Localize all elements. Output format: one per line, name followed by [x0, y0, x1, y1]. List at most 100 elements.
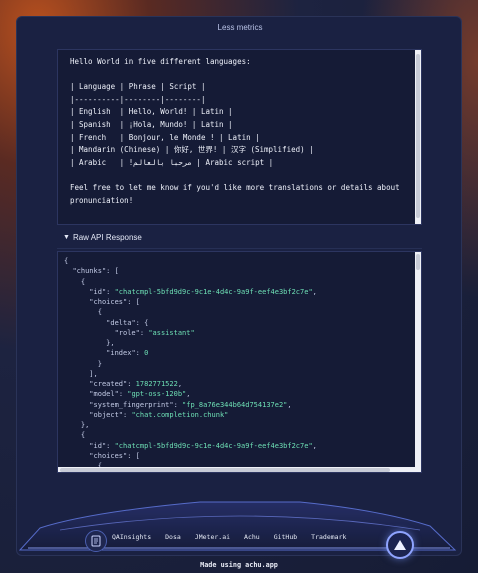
message-line: Feel free to let me know if you'd like m…	[70, 182, 400, 192]
assistant-message: Hello World in five different languages:…	[57, 49, 422, 225]
json-token: : [	[106, 267, 119, 276]
json-token: "id"	[89, 287, 107, 296]
json-token: :	[173, 400, 183, 409]
json-token: :	[106, 441, 115, 450]
json-line: "delta": {	[64, 318, 415, 328]
footer-link-dosa[interactable]: Dosa	[165, 533, 181, 545]
footer-link-qainsights[interactable]: QAInsights	[112, 533, 151, 545]
json-line: "choices": [	[64, 451, 415, 461]
raw-json-viewer: { "chunks": [ { "id": "chatcmpl-5bfd9d9c…	[57, 251, 422, 473]
json-line: "chunks": [	[64, 266, 415, 276]
footer-link-jmeter-ai[interactable]: JMeter.ai	[195, 533, 230, 545]
json-line: "id": "chatcmpl-5bfd9d9c-9c1e-4d4c-9a9f-…	[64, 287, 415, 297]
json-token: : [	[127, 451, 140, 460]
json-token: "assistant"	[148, 328, 195, 337]
message-line: | Mandarin (Chinese) | 你好, 世界! | 汉字 (Sim…	[70, 145, 314, 155]
json-token: {	[64, 257, 69, 265]
json-line: "created": 1782771522,	[64, 379, 415, 389]
json-token: {	[64, 308, 102, 317]
message-line	[70, 169, 409, 182]
json-line: "role": "assistant"	[64, 328, 415, 338]
json-token: "delta"	[106, 318, 136, 327]
message-line: | Arabic | !مرحبا بالعالم | Arabic scrip…	[70, 157, 274, 167]
json-lines: { "chunks": [ { "id": "chatcmpl-5bfd9d9c…	[64, 256, 415, 471]
arrow-up-icon	[394, 540, 406, 550]
message-line: | Spanish | ¡Hola, Mundo! | Latin |	[70, 119, 233, 129]
json-token: "gpt-oss-120b"	[127, 390, 187, 399]
json-token: },	[64, 421, 90, 429]
message-line: | French | Bonjour, le Monde ! | Latin |	[70, 132, 260, 142]
json-token: ,	[312, 287, 317, 296]
made-using-credit: Made using achu.app	[200, 561, 278, 569]
json-line: "choices": [	[64, 297, 415, 307]
json-line: {	[64, 307, 415, 317]
scroll-to-top-button[interactable]	[386, 531, 414, 559]
json-token: ,	[186, 390, 191, 399]
less-metrics-toggle[interactable]: Less metrics	[17, 23, 463, 32]
json-token: "choices"	[89, 451, 128, 460]
json-token: {	[64, 431, 86, 440]
json-line: "model": "gpt-oss-120b",	[64, 389, 415, 399]
message-lines: Hello World in five different languages:…	[70, 56, 409, 207]
chat-panel: Less metrics Hello World in five differe…	[16, 16, 462, 556]
message-scrollbar-thumb[interactable]	[416, 54, 420, 218]
json-line: }	[64, 359, 415, 369]
message-line: |----------|--------|--------|	[70, 94, 206, 104]
json-line: },	[64, 420, 415, 430]
json-token: 1782771522	[135, 380, 178, 388]
json-token: ],	[64, 369, 98, 378]
json-vertical-scrollbar[interactable]	[415, 252, 421, 472]
json-token: : {	[135, 318, 149, 327]
footer-link-achu[interactable]: Achu	[244, 533, 260, 545]
json-token: 0	[144, 349, 149, 358]
message-scrollbar[interactable]	[415, 50, 421, 224]
json-token: "system_fingerprint"	[89, 400, 174, 409]
json-token: "model"	[89, 390, 119, 399]
json-line: {	[64, 430, 415, 440]
json-token: "object"	[89, 410, 124, 419]
json-token: :	[106, 287, 115, 296]
docs-button[interactable]	[85, 530, 107, 552]
json-token: "chatcmpl-5bfd9d9c-9c1e-4d4c-9a9f-eef4e3…	[114, 441, 313, 450]
json-vertical-scrollbar-thumb[interactable]	[416, 254, 420, 270]
json-token: }	[64, 359, 102, 368]
message-line: | Language | Phrase | Script |	[70, 82, 206, 92]
json-token: ,	[287, 400, 292, 409]
json-token: "chatcmpl-5bfd9d9c-9c1e-4d4c-9a9f-eef4e3…	[114, 287, 313, 296]
footer-link-trademark[interactable]: Trademark	[311, 533, 346, 545]
json-token: "choices"	[89, 298, 128, 306]
json-token: "index"	[106, 349, 136, 358]
json-token: :	[135, 349, 145, 358]
json-line: ],	[64, 369, 415, 379]
json-token: "fp_8a76e344b64d754137e2"	[182, 400, 288, 409]
footer-link-github[interactable]: GitHub	[274, 533, 297, 545]
json-line: "id": "chatcmpl-5bfd9d9c-9c1e-4d4c-9a9f-…	[64, 441, 415, 451]
json-token: :	[127, 380, 136, 388]
message-line: | English | Hello, World! | Latin |	[70, 107, 233, 117]
json-line: "system_fingerprint": "fp_8a76e344b64d75…	[64, 400, 415, 410]
json-token: ,	[177, 380, 183, 388]
json-token: "id"	[89, 441, 107, 450]
footer-links: QAInsights Dosa JMeter.ai Achu GitHub Tradema…	[112, 533, 346, 545]
raw-api-response-toggle[interactable]: ▼ Raw API Response	[57, 227, 422, 249]
json-horizontal-scrollbar[interactable]	[58, 467, 421, 472]
raw-api-response-title: Raw API Response	[72, 233, 142, 242]
json-token: "chat.completion.chunk"	[131, 410, 229, 419]
json-line: },	[64, 338, 415, 348]
json-token: "chunks"	[72, 267, 107, 276]
document-icon	[91, 535, 101, 547]
json-line: "index": 0	[64, 348, 415, 358]
json-token: "created"	[89, 380, 128, 388]
message-line: Hello World in five different languages:	[70, 57, 251, 66]
json-token: :	[118, 390, 128, 399]
json-horizontal-scrollbar-thumb[interactable]	[60, 467, 390, 472]
json-line: {	[64, 256, 415, 266]
